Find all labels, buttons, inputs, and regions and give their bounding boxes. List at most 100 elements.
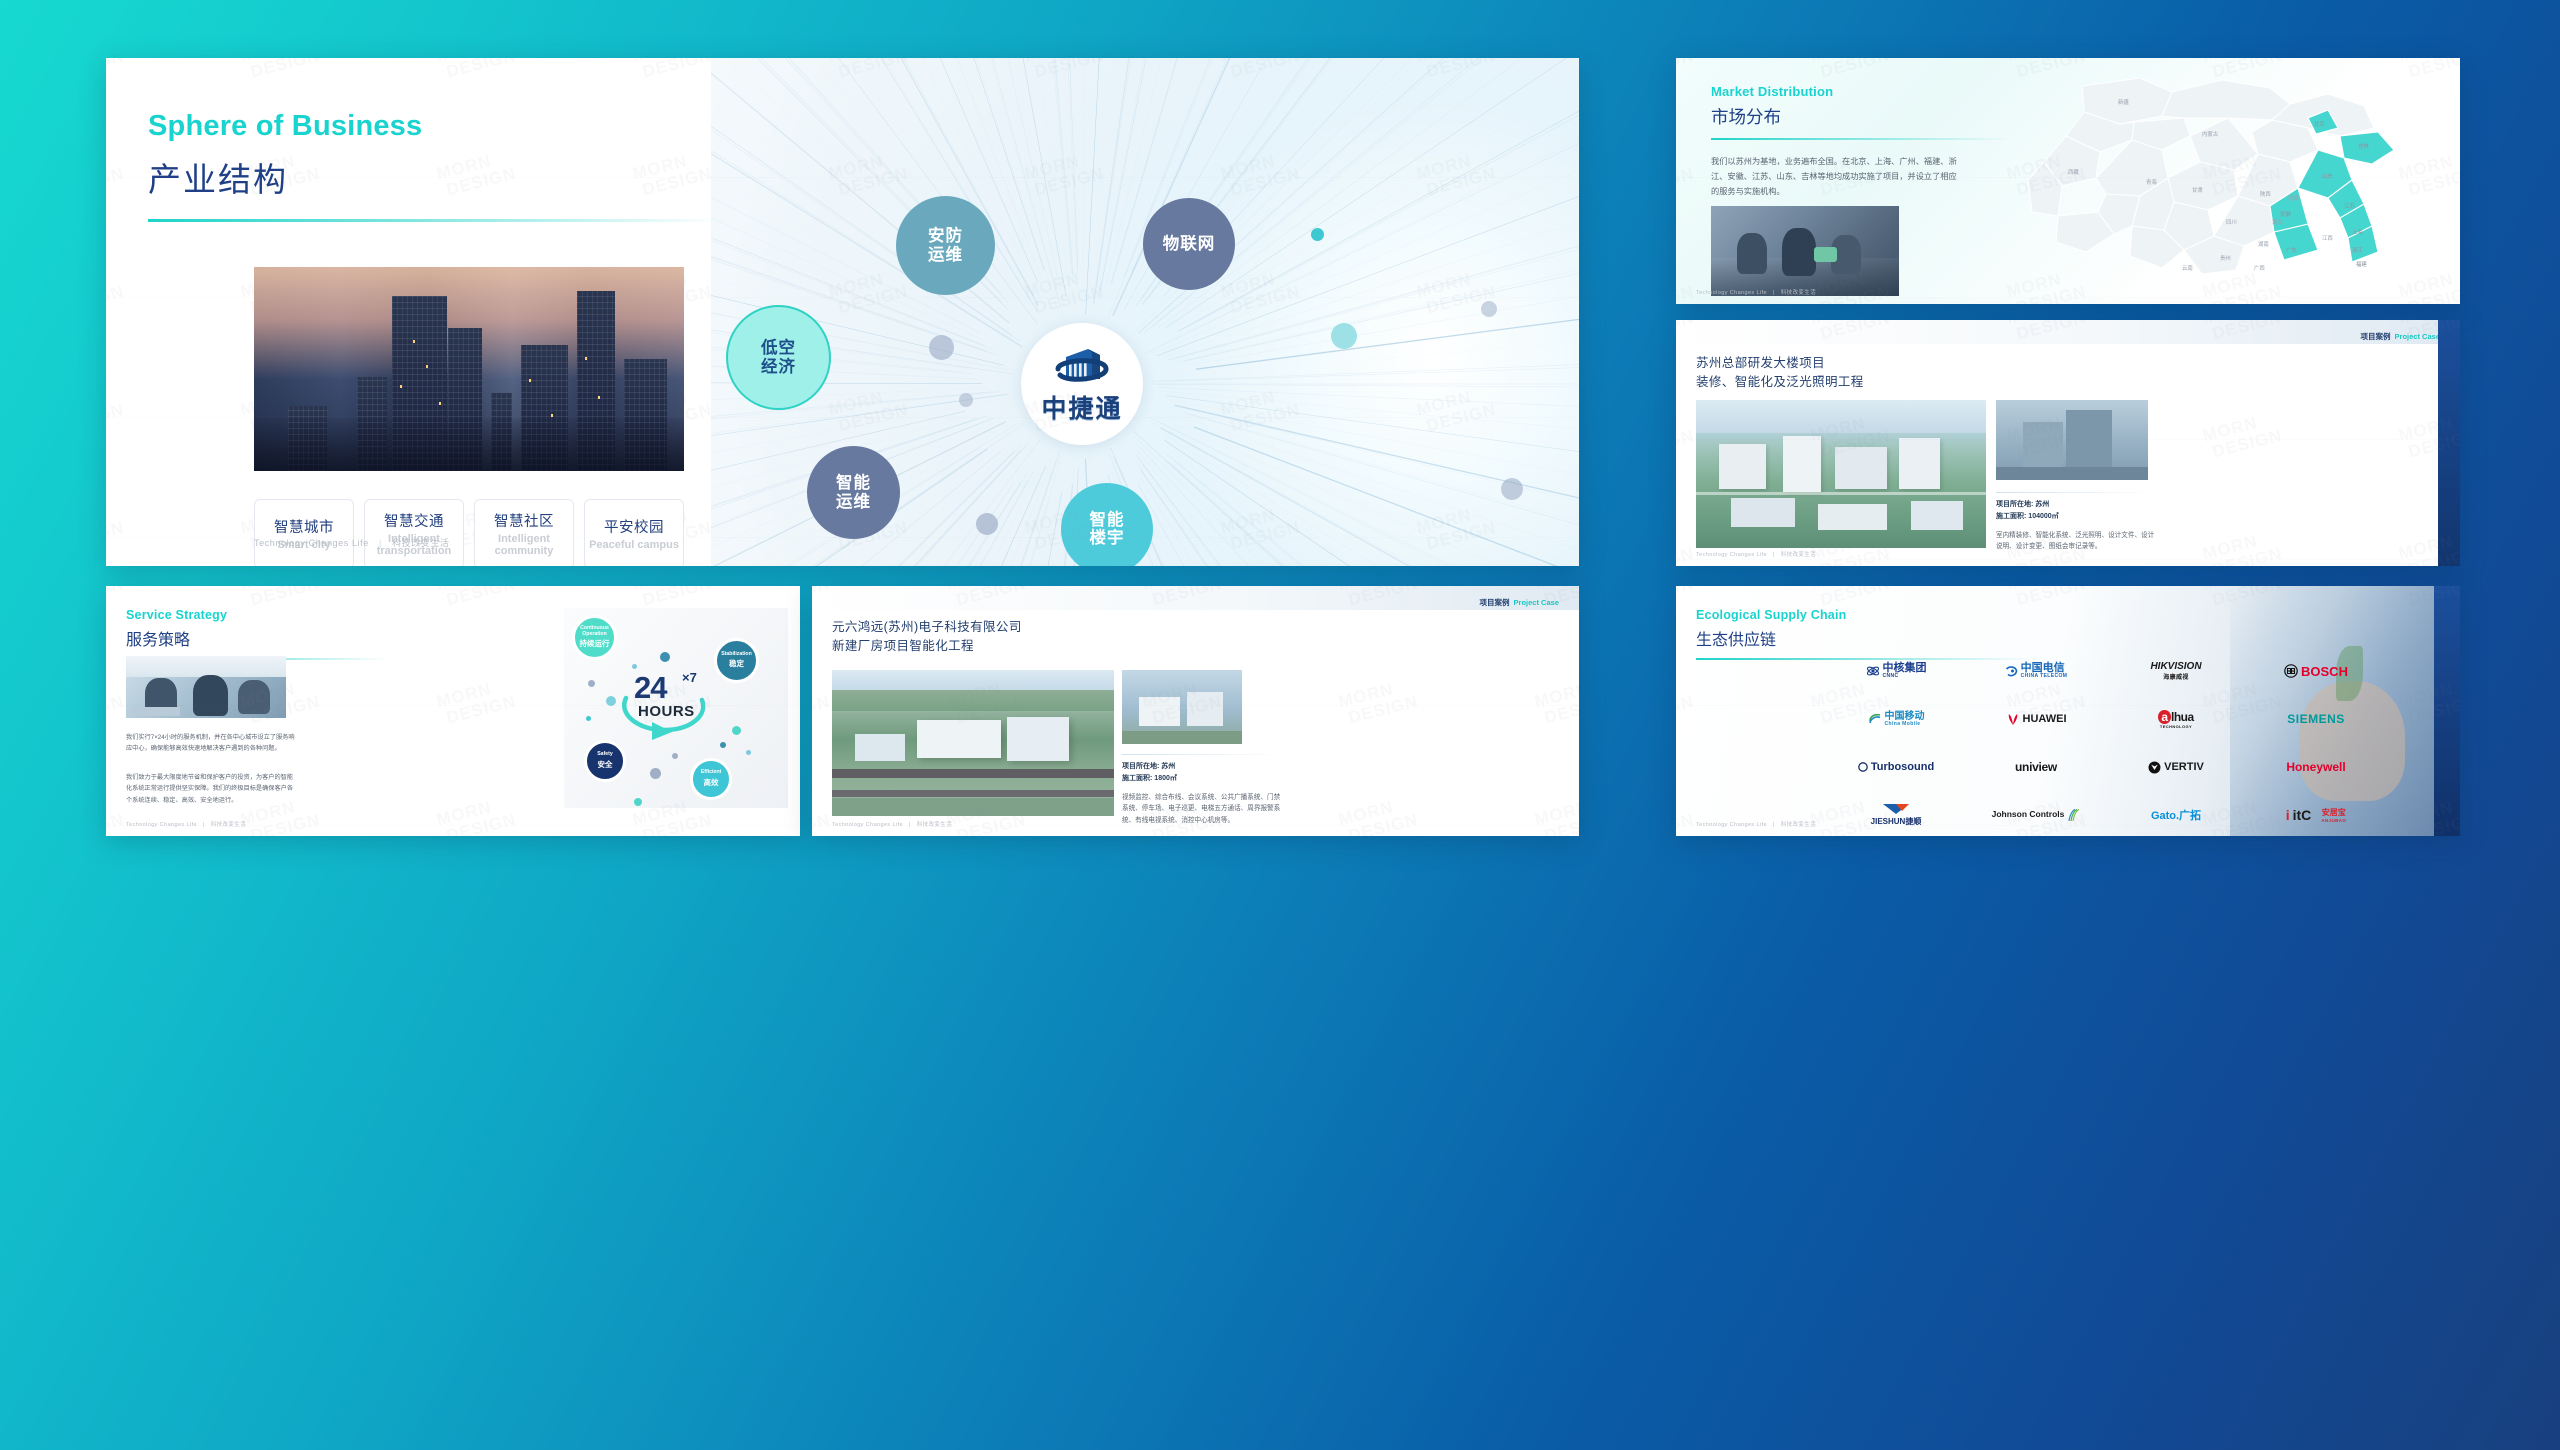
svg-text:吉林: 吉林 xyxy=(2358,142,2369,150)
factory-aerial-photo xyxy=(832,670,1114,816)
case-location: 项目所在地: 苏州 xyxy=(1996,499,2156,511)
logo-uniview[interactable]: uniview xyxy=(1966,750,2106,784)
logo-bosch[interactable]: BOSCH xyxy=(2246,654,2386,688)
bubble-smart-ops[interactable]: 智能 运维 xyxy=(807,446,900,539)
logo-johnson-controls[interactable]: Johnson Controls xyxy=(1966,798,2106,832)
slide-project-case-factory: 项目案例 Project Case 元六鸿远(苏州)电子科技有限公司 新建厂房项目… xyxy=(812,586,1579,836)
decor-dot xyxy=(1331,323,1357,349)
bubble-safety[interactable]: Safety 安全 xyxy=(584,740,626,782)
footer-separator: | xyxy=(378,538,382,548)
logo-dahua[interactable]: a lhua TECHNOLOGY xyxy=(2106,702,2246,736)
logo-main: HUAWEI xyxy=(2022,713,2067,725)
case-area-label: 施工面积: xyxy=(1996,512,2027,520)
bubble-label: 安防 运维 xyxy=(928,227,963,264)
segment-card-intelligent-transportation[interactable]: 智慧交通 Intelligent transportation xyxy=(364,499,464,566)
bubble-stabilization[interactable]: Stabilization 稳定 xyxy=(714,638,759,683)
svg-text:陕西: 陕西 xyxy=(2260,190,2271,198)
logo-sub: ANJUBAO xyxy=(2321,818,2347,823)
telecom-swirl-icon xyxy=(2005,665,2017,676)
logo-huawei[interactable]: HUAWEI xyxy=(1966,702,2106,736)
logo-main: JIESHUN捷顺 xyxy=(1870,817,1922,826)
footer-cn: 科技改变生活 xyxy=(1780,290,1817,296)
case-location-label: 项目所在地: xyxy=(1122,763,1160,770)
case-tag-cn: 项目案例 xyxy=(1479,598,1510,607)
title-underline xyxy=(1711,138,2011,140)
logo-sub: CNNC xyxy=(1882,673,1899,679)
bubble-continuous-operation[interactable]: Continuous Operation 持续运行 xyxy=(572,615,617,660)
bosch-emblem-icon xyxy=(2284,664,2298,678)
logo-vertiv[interactable]: VERTIV xyxy=(2106,750,2246,784)
support-team-photo xyxy=(126,656,286,718)
svg-text:广东: 广东 xyxy=(2286,246,2297,254)
footer-en: Technology Changes Life xyxy=(254,538,369,548)
logo-main: HIKVISION xyxy=(2150,661,2202,672)
mini-bubble-cn: 稳定 xyxy=(729,659,744,669)
svg-text:河南: 河南 xyxy=(2288,194,2299,202)
hours-unit: HOURS xyxy=(638,703,695,720)
case-area-value: 104000㎡ xyxy=(2028,512,2059,520)
svg-text:北京: 北京 xyxy=(2314,120,2325,128)
logo-china-telecom[interactable]: 中国电信 CHINA TELECOM xyxy=(1966,654,2106,688)
svg-text:四川: 四川 xyxy=(2226,219,2237,226)
atom-icon xyxy=(1866,666,1879,676)
logo-gato[interactable]: Gato.广拓 xyxy=(2106,798,2246,832)
logo-main: Honeywell xyxy=(2286,760,2346,774)
business-sphere-diagram: 安防 运维 物联网 低空 经济 智能 运维 智能 楼宇 中捷通 xyxy=(711,58,1579,566)
bubble-security-ops[interactable]: 安防 运维 xyxy=(896,196,995,295)
bubble-label: 物联网 xyxy=(1162,234,1216,253)
blue-edge-decoration xyxy=(2434,586,2460,836)
decor-dot xyxy=(929,335,954,360)
svg-text:贵州: 贵州 xyxy=(2220,254,2231,262)
logo-siemens[interactable]: SIEMENS xyxy=(2246,702,2386,736)
bubble-efficient[interactable]: Efficient 高效 xyxy=(690,758,732,800)
logo-main: SIEMENS xyxy=(2287,712,2345,726)
logo-china-mobile[interactable]: 中国移动 China Mobile xyxy=(1826,702,1966,736)
johnson-waves-icon xyxy=(2068,808,2080,821)
building-facade-photo xyxy=(1996,400,2148,480)
logo-sub: China Mobile xyxy=(1884,720,1921,727)
logo-jieshun[interactable]: JIESHUN捷顺 xyxy=(1826,798,1966,832)
logo-main: uniview xyxy=(2015,760,2057,774)
huawei-flower-icon xyxy=(2008,713,2017,725)
logo-hikvision[interactable]: HIKVISION 海康威视 xyxy=(2106,654,2246,688)
svg-text:新疆: 新疆 xyxy=(2118,98,2129,106)
logo-turbosound[interactable]: Turbosound xyxy=(1826,750,1966,784)
logo-honeywell[interactable]: Honeywell xyxy=(2246,750,2386,784)
logo-main: lhua xyxy=(2171,709,2194,724)
mini-bubble-en: Safety xyxy=(597,751,613,758)
decor-dot xyxy=(976,513,998,535)
zhongjietong-emblem-icon xyxy=(1055,349,1109,382)
factory-building-photo xyxy=(1122,670,1242,744)
case-tag: 项目案例 Project Case xyxy=(1480,597,1559,608)
segment-card-intelligent-community[interactable]: 智慧社区 Intelligent community xyxy=(474,499,574,566)
logo-main: Johnson Controls xyxy=(1991,809,2065,820)
segment-card-subtitle: Peaceful campus xyxy=(589,539,679,552)
footer-en: Technology Changes Life xyxy=(832,822,903,828)
segment-card-smart-city[interactable]: 智慧城市 Smart city xyxy=(254,499,354,566)
svg-text:安徽: 安徽 xyxy=(2280,210,2291,218)
mini-bubble-en: Continuous Operation xyxy=(580,624,609,637)
slide-footer: Technology Changes Life | 科技改变生活 xyxy=(1696,822,1817,828)
slide-market-distribution: Market Distribution 市场分布 我们以苏州为基地，业务遍布全国… xyxy=(1676,58,2460,304)
slide-sphere-of-business: 安防 运维 物联网 低空 经济 智能 运维 智能 楼宇 中捷通 DESIGN D… xyxy=(106,58,1579,566)
bubble-iot[interactable]: 物联网 xyxy=(1143,198,1235,290)
market-description: 我们以苏州为基地，业务遍布全国。在北京、上海、广州、福建、浙江、安徽、江苏、山东… xyxy=(1711,157,1957,197)
svg-text:云南: 云南 xyxy=(2182,264,2193,272)
svg-text:江苏: 江苏 xyxy=(2344,202,2355,210)
circle-icon xyxy=(1857,762,1868,772)
logo-cnnc[interactable]: 中核集团 CNNC xyxy=(1826,654,1966,688)
logo-main: 中国移动 xyxy=(1884,710,1925,722)
service-paragraph-2: 我们致力于最大限度地节省和保护客户的投资，为客户的智能化系统正常运行提供坚实保障… xyxy=(126,774,294,804)
logo-itc-anjubao[interactable]: i itC 安居宝 ANJUBAO xyxy=(2246,798,2386,832)
segment-card-title: 智慧社区 xyxy=(494,514,554,531)
aerial-render-photo xyxy=(1696,400,1986,548)
case-area-label: 施工面积: xyxy=(1122,774,1153,782)
case-area: 施工面积: 1800㎡ xyxy=(1122,773,1282,785)
bubble-low-altitude-economy[interactable]: 低空 经济 xyxy=(726,305,831,410)
slide-footer: Technology Changes Life | 科技改变生活 xyxy=(1696,290,1817,296)
bubble-smart-building[interactable]: 智能 楼宇 xyxy=(1061,483,1153,566)
segment-card-peaceful-campus[interactable]: 平安校园 Peaceful campus xyxy=(584,499,684,566)
decor-dot xyxy=(1311,228,1324,241)
page-eyebrow: Service Strategy xyxy=(126,608,228,622)
svg-text:湖南: 湖南 xyxy=(2258,240,2269,248)
